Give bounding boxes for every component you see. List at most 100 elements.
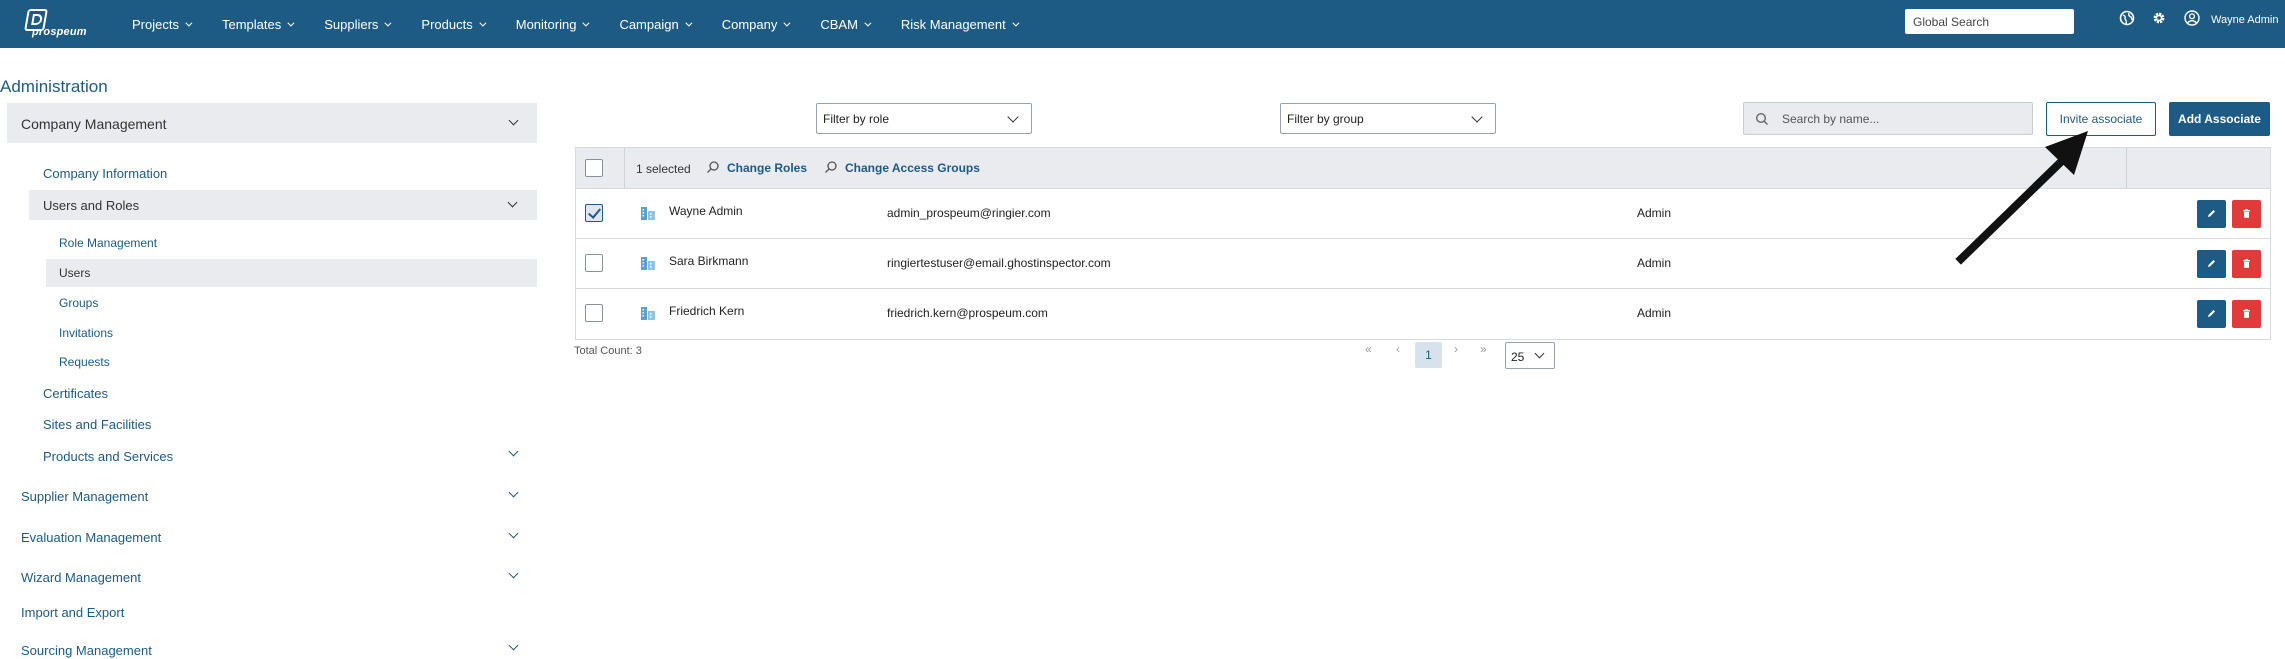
add-associate-button[interactable]: Add Associate: [2169, 102, 2270, 136]
nav-risk-management[interactable]: Risk Management: [901, 17, 1020, 32]
chevron-down-icon[interactable]: [508, 568, 519, 579]
chevron-down-icon[interactable]: [508, 487, 519, 498]
chevron-down-icon: [1012, 19, 1020, 27]
prev-page-button[interactable]: ‹: [1396, 342, 1400, 356]
trash-icon: [2243, 259, 2250, 268]
chevron-down-icon: [582, 19, 590, 27]
user-name[interactable]: Wayne Admin: [2211, 14, 2278, 26]
nav-company[interactable]: Company: [722, 17, 791, 32]
user-avatar-icon[interactable]: [2184, 10, 2200, 26]
change-roles-link[interactable]: Change Roles: [727, 161, 807, 175]
global-search-input[interactable]: [1905, 9, 2074, 34]
sidebar-evaluation-management[interactable]: Evaluation Management: [21, 530, 161, 545]
sidebar-sourcing-management[interactable]: Sourcing Management: [21, 643, 152, 658]
next-page-button[interactable]: ›: [1454, 342, 1458, 356]
pencil-icon: [2208, 310, 2215, 317]
user-role-cell: Admin: [1637, 306, 1672, 320]
user-building-icon: [641, 207, 655, 220]
nav-suppliers[interactable]: Suppliers: [324, 17, 392, 32]
user-building-icon: [641, 307, 655, 320]
nav-projects[interactable]: Projects: [132, 17, 193, 32]
chevron-down-icon: [1007, 111, 1019, 123]
chevron-down-icon: [479, 19, 487, 27]
delete-button[interactable]: [2232, 250, 2261, 278]
trash-icon: [2243, 309, 2250, 318]
chevron-down-icon: [185, 19, 193, 27]
user-email-cell: admin_prospeum@ringier.com: [887, 206, 1051, 220]
row-checkbox[interactable]: [585, 204, 603, 222]
user-name-cell[interactable]: Friedrich Kern: [669, 304, 744, 318]
chevron-down-icon[interactable]: [508, 528, 519, 539]
page-title: Administration: [0, 77, 108, 96]
prospeum-logo[interactable]: prospeum: [24, 9, 88, 39]
filter-group-select[interactable]: Filter by group: [1280, 103, 1496, 134]
edit-button[interactable]: [2197, 250, 2226, 278]
user-role-cell: Admin: [1637, 256, 1672, 270]
header-divider: [2126, 148, 2127, 189]
search-icon: [707, 161, 719, 173]
name-search-box: [1743, 102, 2033, 135]
sidebar-certificates[interactable]: Certificates: [43, 386, 108, 401]
logo-text: prospeum: [32, 26, 87, 38]
pencil-icon: [2208, 210, 2215, 217]
edit-button[interactable]: [2197, 200, 2226, 228]
gear-icon[interactable]: [2151, 10, 2167, 26]
nav-products[interactable]: Products: [421, 17, 487, 32]
sidebar-company-management[interactable]: Company Management: [7, 103, 537, 143]
globe-icon[interactable]: [2119, 10, 2135, 26]
user-name-cell[interactable]: Sara Birkmann: [669, 254, 748, 268]
chevron-down-icon[interactable]: [508, 640, 519, 651]
pencil-icon: [2208, 260, 2215, 267]
sidebar-groups[interactable]: Groups: [59, 296, 98, 310]
sidebar-invitations[interactable]: Invitations: [59, 326, 113, 340]
change-access-groups-link[interactable]: Change Access Groups: [845, 161, 980, 175]
invite-associate-button[interactable]: Invite associate: [2046, 102, 2156, 136]
select-all-checkbox[interactable]: [585, 159, 603, 177]
user-role-cell: Admin: [1637, 206, 1672, 220]
delete-button[interactable]: [2232, 200, 2261, 228]
chevron-down-icon: [287, 19, 295, 27]
nav-monitoring[interactable]: Monitoring: [516, 17, 590, 32]
nav-cbam[interactable]: CBAM: [820, 17, 872, 32]
last-page-button[interactable]: »: [1480, 342, 1487, 356]
sidebar-products-and-services[interactable]: Products and Services: [43, 449, 173, 464]
user-email-cell: ringiertestuser@email.ghostinspector.com: [887, 256, 1111, 270]
top-navbar: prospeum Projects Templates Suppliers Pr…: [0, 0, 2285, 48]
table-header: 1 selected Change Roles Change Access Gr…: [576, 148, 2270, 189]
chevron-down-icon[interactable]: [508, 446, 519, 457]
row-checkbox[interactable]: [585, 254, 603, 272]
table-row[interactable]: Sara Birkmann ringiertestuser@email.ghos…: [576, 239, 2270, 289]
selected-count: 1 selected: [636, 162, 691, 176]
page-number-button[interactable]: 1: [1415, 342, 1442, 368]
sidebar-import-and-export[interactable]: Import and Export: [21, 605, 124, 620]
filter-role-select[interactable]: Filter by role: [816, 103, 1032, 134]
sidebar-wizard-management[interactable]: Wizard Management: [21, 570, 141, 585]
sidebar-requests[interactable]: Requests: [59, 355, 110, 369]
row-checkbox[interactable]: [585, 304, 603, 322]
name-search-input[interactable]: [1782, 109, 2022, 129]
chevron-down-icon: [384, 19, 392, 27]
sidebar-company-information[interactable]: Company Information: [43, 166, 167, 181]
sidebar-users-and-roles[interactable]: Users and Roles: [29, 190, 537, 220]
table-row[interactable]: Friedrich Kern friedrich.kern@prospeum.c…: [576, 289, 2270, 339]
chevron-down-icon: [864, 19, 872, 27]
users-table: 1 selected Change Roles Change Access Gr…: [575, 147, 2271, 340]
user-email-cell: friedrich.kern@prospeum.com: [887, 306, 1048, 320]
first-page-button[interactable]: «: [1365, 342, 1372, 356]
sidebar-sites-and-facilities[interactable]: Sites and Facilities: [43, 417, 151, 432]
nav-campaign[interactable]: Campaign: [619, 17, 693, 32]
edit-button[interactable]: [2197, 300, 2226, 328]
main-nav: Projects Templates Suppliers Products Mo…: [132, 0, 1049, 48]
table-row[interactable]: Wayne Admin admin_prospeum@ringier.com A…: [576, 189, 2270, 239]
trash-icon: [2243, 209, 2250, 218]
sidebar-role-management[interactable]: Role Management: [59, 236, 157, 250]
nav-templates[interactable]: Templates: [222, 17, 295, 32]
sidebar-users[interactable]: Users: [46, 259, 537, 287]
user-name-cell[interactable]: Wayne Admin: [669, 204, 743, 218]
search-icon: [825, 161, 837, 173]
page-size-select[interactable]: 25: [1505, 342, 1555, 369]
chevron-down-icon: [1471, 111, 1483, 123]
sidebar-supplier-management[interactable]: Supplier Management: [21, 489, 148, 504]
delete-button[interactable]: [2232, 300, 2261, 328]
chevron-down-icon: [1534, 348, 1545, 359]
